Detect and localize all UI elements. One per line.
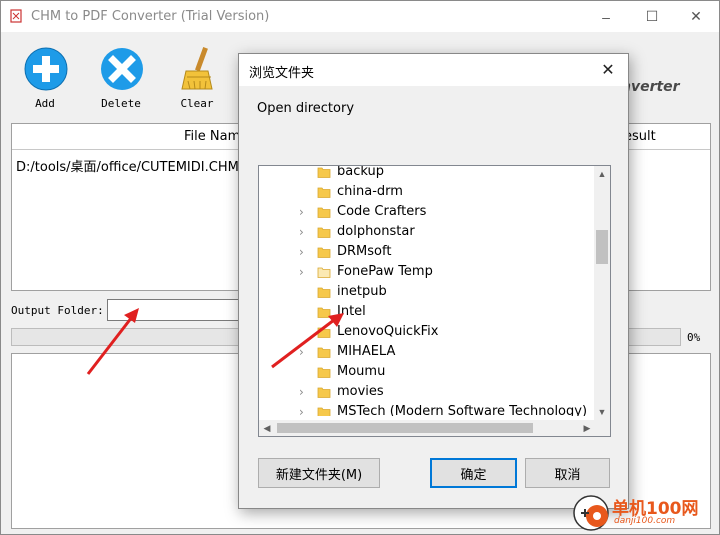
close-icon: ✕	[601, 62, 615, 79]
brand-text: nverter	[621, 79, 680, 95]
folder-icon	[317, 207, 331, 218]
folder-icon	[317, 167, 331, 178]
folder-item[interactable]: backup	[259, 165, 595, 182]
scroll-up-icon[interactable]: ▲	[594, 166, 610, 182]
output-folder-input[interactable]	[107, 299, 247, 321]
add-icon	[24, 47, 68, 91]
folder-item[interactable]: LenovoQuickFix	[259, 322, 595, 342]
maximize-icon: ☐	[645, 8, 659, 24]
cancel-button[interactable]: 取消	[525, 458, 610, 488]
dialog-title: 浏览文件夹	[249, 66, 315, 81]
folder-icon	[317, 367, 331, 378]
file-name-cell: D:/tools/桌面/office/CUTEMIDI.CHM	[16, 160, 239, 175]
add-label: Add	[35, 97, 55, 110]
close-icon: ✕	[690, 8, 702, 24]
folder-icon	[317, 267, 331, 278]
close-button[interactable]: ✕	[673, 1, 719, 32]
folder-name: Code Crafters	[337, 204, 427, 219]
minimize-icon: –	[602, 8, 610, 25]
delete-button[interactable]: Delete	[91, 45, 151, 115]
folder-name: dolphonstar	[337, 224, 415, 239]
folder-item[interactable]: › dolphonstar	[259, 222, 595, 242]
folder-item[interactable]: inetpub	[259, 282, 595, 302]
folder-name: Moumu	[337, 364, 386, 379]
output-folder-label: Output Folder:	[11, 304, 104, 317]
new-folder-button[interactable]: 新建文件夹(M)	[258, 458, 380, 488]
folder-item[interactable]: › FonePaw Temp	[259, 262, 595, 282]
folder-icon	[317, 407, 331, 416]
folder-icon	[317, 247, 331, 258]
folder-name: LenovoQuickFix	[337, 324, 439, 339]
scroll-right-icon[interactable]: ▶	[579, 420, 595, 436]
scroll-left-icon[interactable]: ◀	[259, 420, 275, 436]
window-title: CHM to PDF Converter (Trial Version)	[31, 9, 270, 24]
chevron-right-icon[interactable]: ›	[299, 245, 304, 259]
horizontal-scrollbar[interactable]: ◀ ▶	[259, 420, 595, 436]
clear-label: Clear	[180, 97, 214, 110]
folder-item[interactable]: Moumu	[259, 362, 595, 382]
folder-item[interactable]: › MIHAELA	[259, 342, 595, 362]
maximize-button[interactable]: ☐	[629, 1, 675, 32]
chevron-right-icon[interactable]: ›	[299, 345, 304, 359]
watermark-logo: 单机100网 danji100.com	[570, 492, 720, 535]
dialog-description: Open directory	[257, 101, 355, 116]
folder-name: inetpub	[337, 284, 387, 299]
folder-name: FonePaw Temp	[337, 264, 433, 279]
folder-item[interactable]: › MSTech (Modern Software Technology)	[259, 402, 595, 416]
scroll-corner	[594, 420, 610, 436]
watermark-url: danji100.com	[614, 516, 676, 526]
chevron-right-icon[interactable]: ›	[299, 225, 304, 239]
app-icon	[10, 9, 22, 23]
clear-button[interactable]: Clear	[167, 45, 227, 115]
broom-icon	[181, 47, 213, 90]
folder-name: MIHAELA	[337, 344, 396, 359]
chevron-right-icon[interactable]: ›	[299, 205, 304, 219]
chevron-right-icon[interactable]: ›	[299, 385, 304, 399]
hscroll-thumb[interactable]	[277, 423, 533, 433]
folder-item[interactable]: china-drm	[259, 182, 595, 202]
add-button[interactable]: Add	[15, 45, 75, 115]
folder-icon	[317, 307, 331, 318]
folder-name: Intel	[337, 304, 366, 319]
folder-icon	[317, 287, 331, 298]
folder-name: backup	[337, 165, 384, 179]
folder-icon	[317, 347, 331, 358]
watermark-icon	[573, 495, 609, 531]
browse-folder-dialog: 浏览文件夹 ✕ Open directory backup china-drm › C…	[238, 53, 629, 509]
folder-tree-items: backup china-drm › Code Crafters › dolphonsta…	[259, 165, 595, 416]
delete-icon	[101, 48, 143, 90]
folder-name: DRMsoft	[337, 244, 392, 259]
table-row[interactable]: D:/tools/桌面/office/CUTEMIDI.CHM	[16, 156, 239, 175]
folder-item[interactable]: Intel	[259, 302, 595, 322]
scroll-thumb[interactable]	[596, 230, 608, 264]
folder-item[interactable]: › movies	[259, 382, 595, 402]
chevron-right-icon[interactable]: ›	[299, 405, 304, 416]
folder-icon	[317, 187, 331, 198]
folder-icon	[317, 387, 331, 398]
scroll-down-icon[interactable]: ▼	[594, 404, 610, 420]
folder-icon	[317, 327, 331, 338]
folder-name: china-drm	[337, 184, 403, 199]
dialog-title-bar: 浏览文件夹 ✕	[239, 54, 628, 86]
folder-icon	[317, 227, 331, 238]
title-bar: CHM to PDF Converter (Trial Version) – ☐…	[1, 1, 719, 32]
progress-percent: 0%	[687, 331, 701, 344]
folder-item[interactable]: › DRMsoft	[259, 242, 595, 262]
delete-label: Delete	[101, 97, 141, 110]
dialog-close-button[interactable]: ✕	[596, 58, 620, 82]
folder-tree[interactable]: backup china-drm › Code Crafters › dolphonsta…	[258, 165, 611, 437]
chevron-right-icon[interactable]: ›	[299, 265, 304, 279]
minimize-button[interactable]: –	[583, 1, 629, 32]
vertical-scrollbar[interactable]: ▲ ▼	[594, 166, 610, 420]
folder-name: MSTech (Modern Software Technology)	[337, 404, 588, 416]
ok-button[interactable]: 确定	[430, 458, 517, 488]
folder-item[interactable]: › Code Crafters	[259, 202, 595, 222]
folder-name: movies	[337, 384, 384, 399]
